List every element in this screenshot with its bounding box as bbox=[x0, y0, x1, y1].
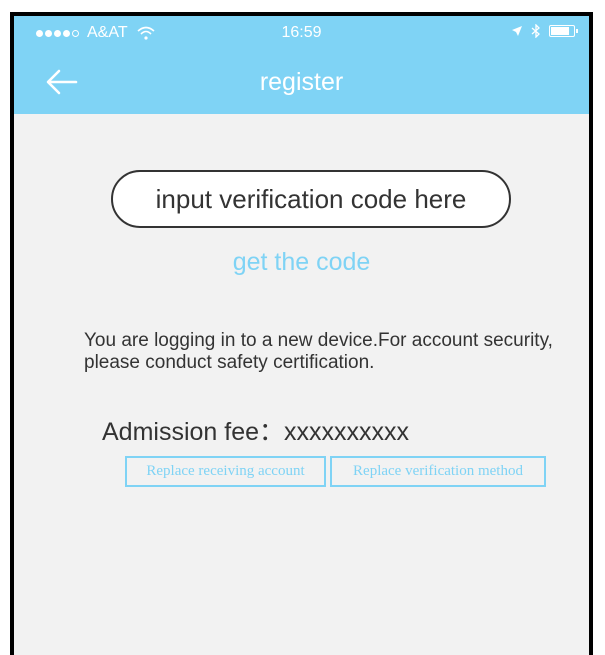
battery-icon bbox=[549, 25, 578, 37]
status-time: 16:59 bbox=[281, 24, 322, 41]
battery-level bbox=[551, 27, 569, 35]
replace-verification-method-button[interactable]: Replace verification method bbox=[330, 456, 546, 487]
admission-fee: Admission fee：xxxxxxxxxx bbox=[102, 418, 410, 446]
location-arrow-icon bbox=[512, 26, 522, 36]
security-notice: You are logging in to a new device.For a… bbox=[84, 330, 553, 373]
get-code-link[interactable]: get the code bbox=[14, 248, 589, 277]
page-title: register bbox=[259, 68, 344, 96]
bluetooth-icon bbox=[531, 24, 540, 38]
status-right bbox=[511, 24, 578, 38]
status-bar: A&AT 16:59 bbox=[14, 16, 589, 50]
phone-screen: A&AT 16:59 register get the code bbox=[10, 12, 593, 655]
nav-bar: register bbox=[14, 50, 589, 114]
verification-code-input[interactable] bbox=[111, 170, 511, 228]
replace-receiving-account-button[interactable]: Replace receiving account bbox=[125, 456, 326, 487]
